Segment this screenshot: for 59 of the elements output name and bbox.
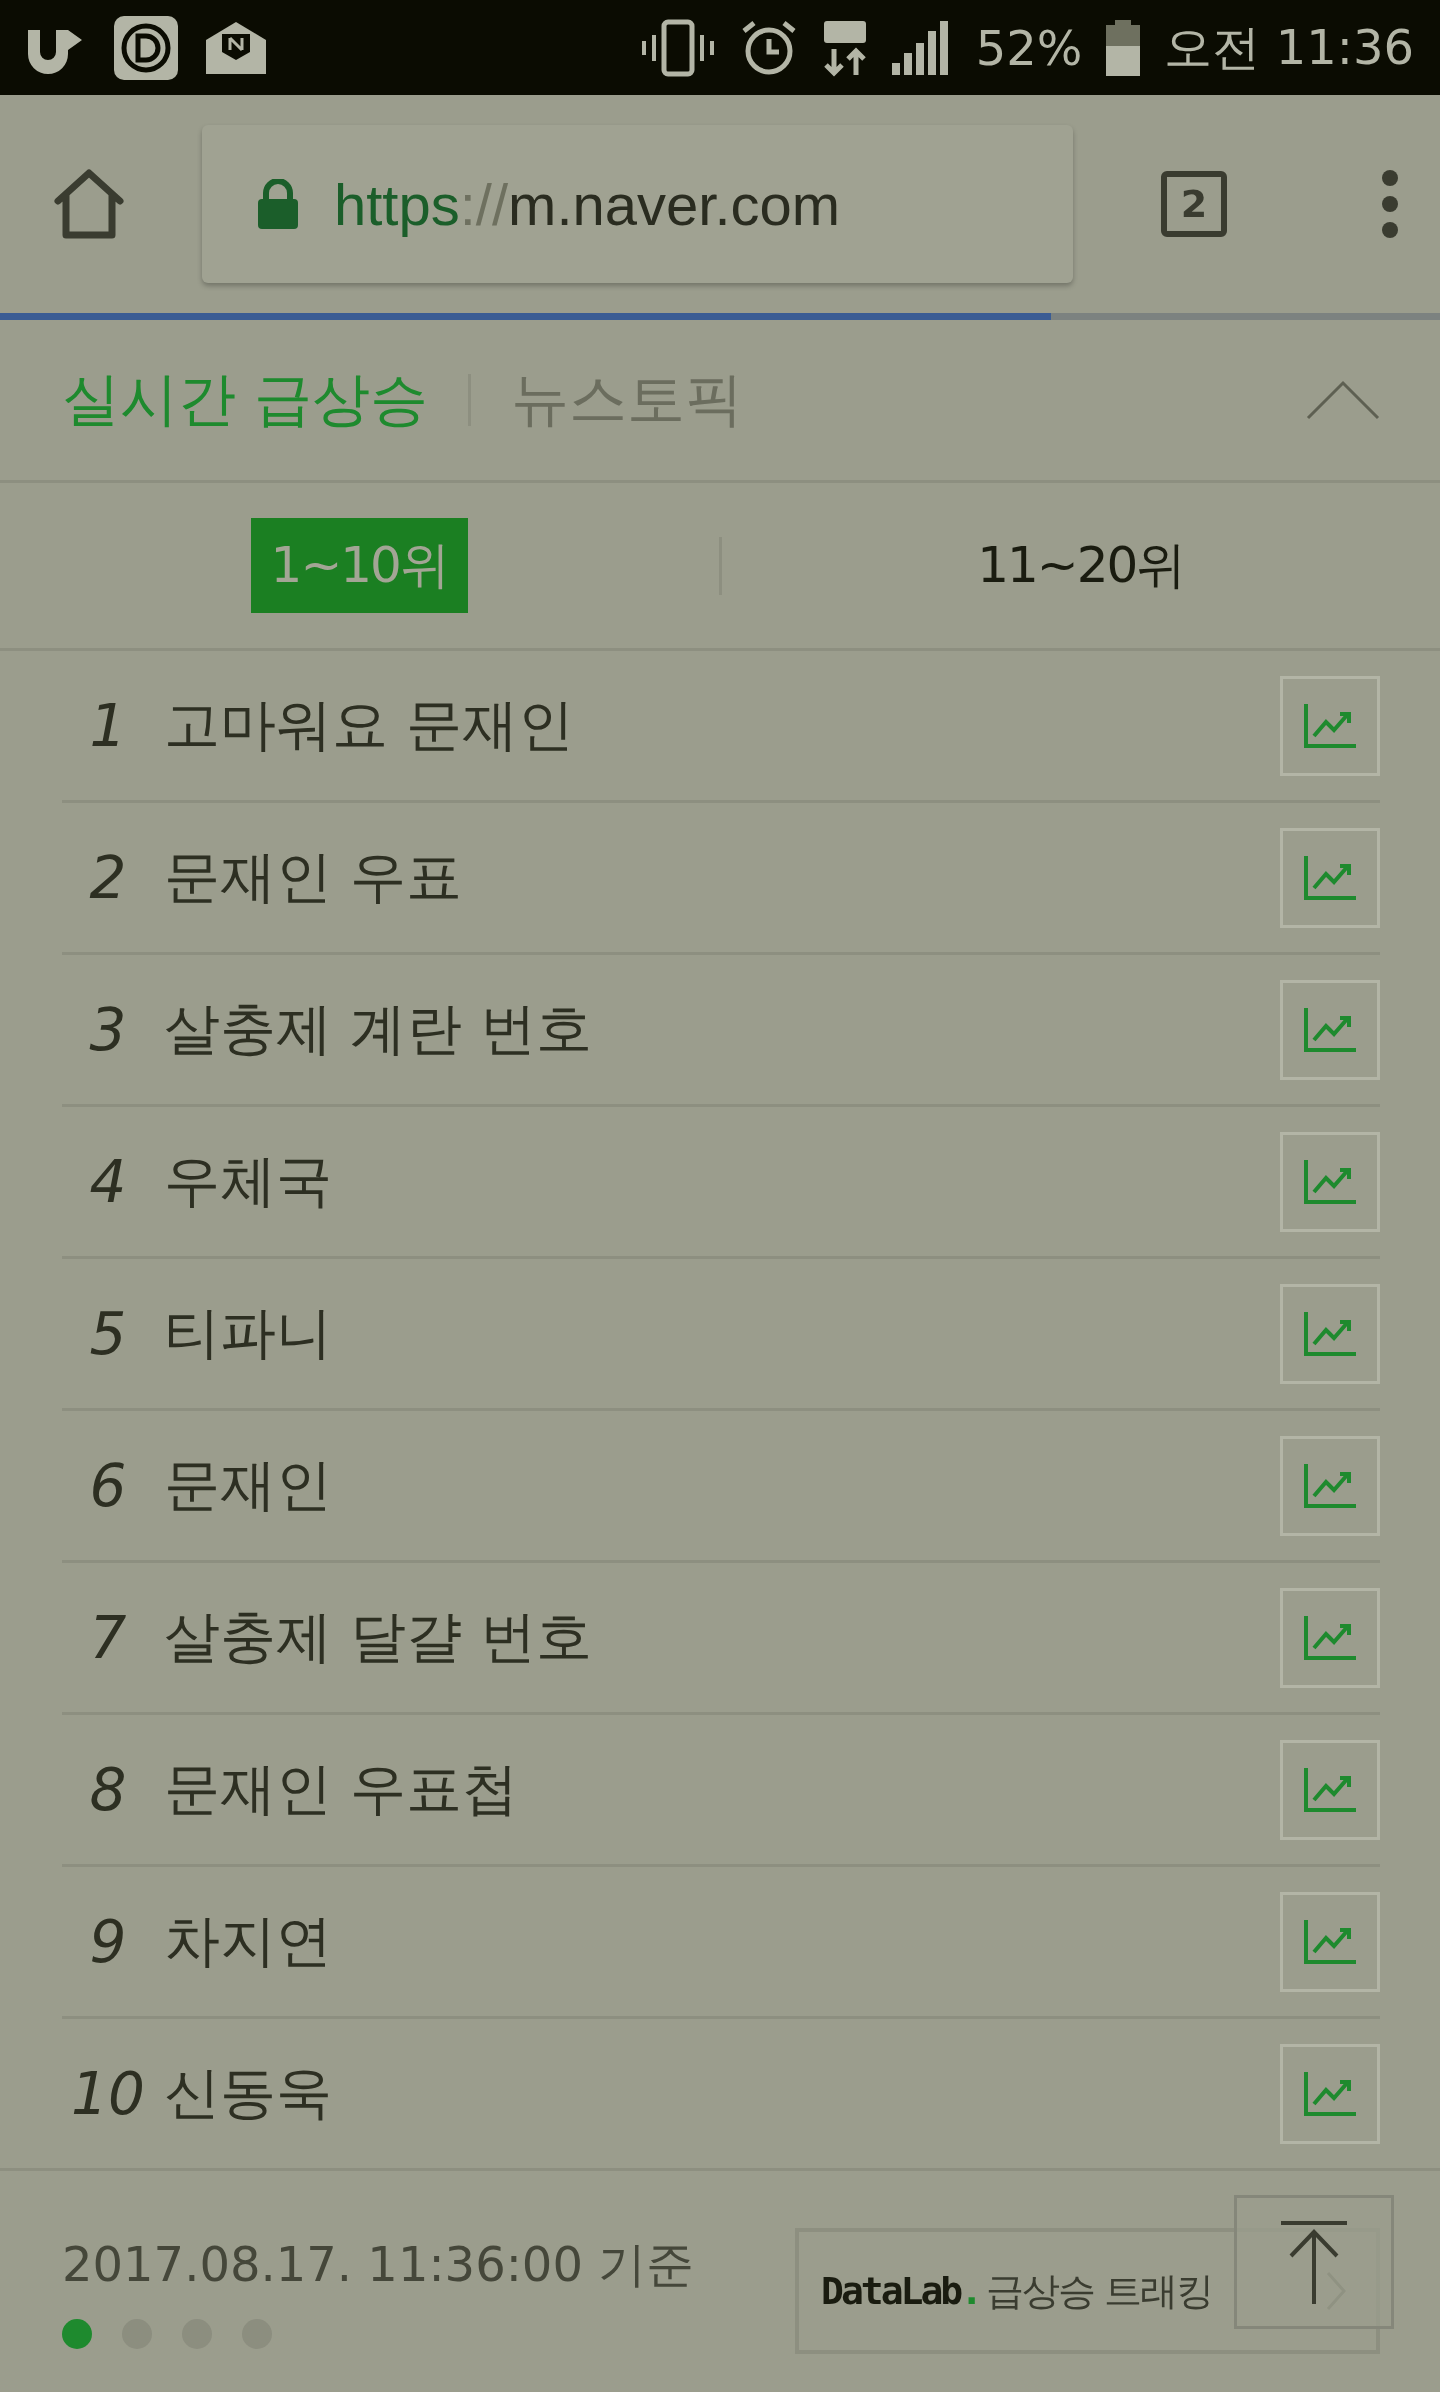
clock-time: 오전 11:36	[1164, 17, 1414, 77]
up-arrow-icon	[1279, 2220, 1349, 2304]
trend-button[interactable]	[1280, 1283, 1380, 1384]
rank-number: 3	[88, 995, 128, 1064]
trend-chart-icon	[1304, 1615, 1356, 1660]
trend-chart-icon	[1304, 855, 1356, 900]
trend-button[interactable]	[1280, 675, 1380, 776]
tab-count-button[interactable]: 2	[1161, 171, 1227, 237]
trend-chart-icon	[1304, 1159, 1356, 1204]
scroll-to-top-button[interactable]	[1234, 2195, 1394, 2329]
trend-button[interactable]	[1280, 1435, 1380, 1536]
timestamp: 2017.08.17. 11:36:00 기준	[62, 2235, 696, 2294]
mail-icon	[204, 19, 268, 76]
rank-number: 9	[88, 1907, 128, 1976]
rank-number: 7	[88, 1603, 128, 1672]
rank-number: 5	[88, 1299, 128, 1368]
url-text: https://m.naver.com	[334, 170, 841, 238]
keyword-link[interactable]: 문재인	[164, 1447, 1280, 1524]
rank-range-tab[interactable]: 11~20위	[957, 518, 1205, 613]
trend-chart-icon	[1304, 703, 1356, 748]
keyword-link[interactable]: 신동욱	[164, 2055, 1280, 2132]
rank-number: 1	[88, 691, 128, 760]
trend-button[interactable]	[1280, 827, 1380, 928]
trend-button[interactable]	[1280, 979, 1380, 1080]
trend-chart-icon	[1304, 1007, 1356, 1052]
home-icon[interactable]	[52, 167, 126, 241]
trend-chart-icon	[1304, 1311, 1356, 1356]
keyword-link[interactable]: 문재인 우표첩	[164, 1751, 1280, 1828]
trend-chart-icon	[1304, 1463, 1356, 1508]
trend-chart-icon	[1304, 2071, 1356, 2116]
vibrate-icon	[639, 18, 716, 77]
keyword-link[interactable]: 우체국	[164, 1143, 1280, 1220]
trend-button[interactable]	[1280, 1739, 1380, 1840]
trend-button[interactable]	[1280, 2043, 1380, 2144]
trend-button[interactable]	[1280, 1891, 1380, 1992]
trend-chart-icon	[1304, 1919, 1356, 1964]
battery-icon	[1106, 19, 1141, 76]
keyword-link[interactable]: 고마워요 문재인	[164, 687, 1280, 764]
rank-number: 2	[88, 843, 128, 912]
d-logo-icon	[112, 13, 180, 82]
rank-number: 4	[88, 1147, 128, 1216]
trend-button[interactable]	[1280, 1587, 1380, 1688]
lock-icon	[258, 179, 298, 229]
address-bar[interactable]: https://m.naver.com	[202, 125, 1073, 283]
battery-percent: 52%	[975, 19, 1083, 76]
trend-button[interactable]	[1280, 1131, 1380, 1232]
rank-number: 10	[70, 2059, 146, 2128]
collapse-chevron-icon[interactable]	[1306, 380, 1380, 420]
lte-icon	[821, 18, 868, 77]
keyword-link[interactable]: 살충제 계란 번호	[164, 991, 1280, 1068]
rank-number: 6	[88, 1451, 128, 1520]
keyword-link[interactable]: 살충제 달걀 번호	[164, 1599, 1280, 1676]
keyword-link[interactable]: 차지연	[164, 1903, 1280, 1980]
keyword-link[interactable]: 티파니	[164, 1295, 1280, 1372]
rank-number: 8	[88, 1755, 128, 1824]
trend-chart-icon	[1304, 1767, 1356, 1812]
keyword-link[interactable]: 문재인 우표	[164, 839, 1280, 916]
menu-icon[interactable]	[1380, 169, 1400, 239]
page-dot[interactable]	[62, 2319, 92, 2349]
